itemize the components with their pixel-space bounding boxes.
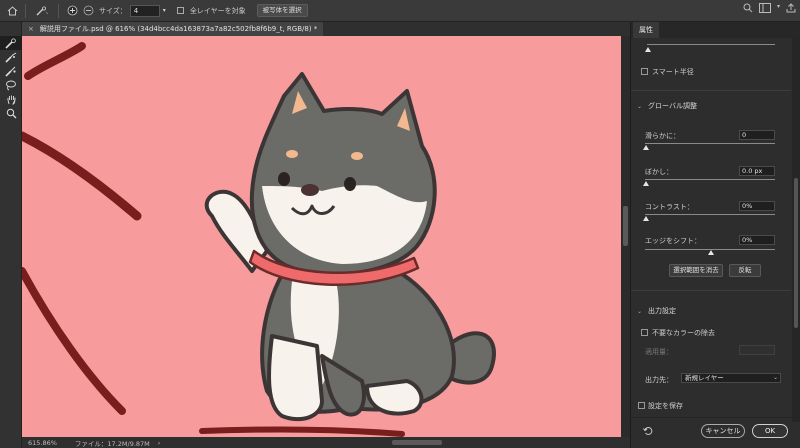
workspace-dropdown-icon[interactable]: ▾ [777,3,780,15]
scroll-thumb[interactable] [794,178,798,328]
radius-slider-knob[interactable] [645,47,651,52]
brush-icon[interactable] [0,64,22,78]
shift-edge-input[interactable]: 0% [739,235,775,245]
divider [58,3,59,18]
invert-button[interactable]: 反転 [729,264,761,277]
shiba-dog-illustration [204,72,496,422]
add-to-selection-icon[interactable] [64,3,80,19]
canvas[interactable] [22,36,621,437]
size-dropdown-icon[interactable]: ▾ [163,7,166,14]
photoshop-window: サイズ： 4 ▾ 全レイヤーを対象 被写体を選択 ▾ × 解説用ファイル.psd… [0,0,800,448]
quick-selection-tool-icon[interactable] [31,3,53,19]
amount-label: 適用量： [645,348,673,356]
subtract-from-selection-icon[interactable] [80,3,96,19]
smooth-slider-track[interactable] [645,143,775,144]
tab-properties[interactable]: 属性 [633,22,659,38]
amount-input [739,345,775,355]
contrast-input[interactable]: 0% [739,201,775,211]
status-bar: 615.86% ファイル：17.2M/9.87M › [22,437,630,448]
chevron-down-icon: ⌄ [637,308,643,315]
output-to-select[interactable]: 新規レイヤー ⌄ [681,373,781,383]
divider [25,3,26,18]
share-icon[interactable] [786,3,796,15]
window-controls: ▾ [743,3,796,15]
feather-input[interactable]: 0.0 px [739,166,775,176]
reset-icon[interactable] [643,426,653,438]
canvas-vertical-scrollbar[interactable] [621,36,630,437]
size-label: サイズ： [99,6,127,15]
chevron-down-icon: ⌄ [772,374,778,381]
brush-stroke [24,42,86,80]
global-refinements-header[interactable]: ⌄ グローバル調整 [637,101,697,111]
output-to-value: 新規レイヤー [685,374,724,382]
section-title: 出力設定 [648,307,677,315]
home-icon[interactable] [4,3,20,19]
shift-edge-slider-knob[interactable] [708,250,714,255]
zoom-level[interactable]: 615.86% [28,439,57,447]
ok-button[interactable]: OK [752,424,788,438]
divider [631,90,791,91]
horizontal-scroll-thumb[interactable] [392,440,442,445]
workspace-icon[interactable] [758,3,771,15]
sample-all-layers-checkbox[interactable] [176,7,184,14]
remember-settings-checkbox[interactable] [638,402,645,409]
divider [631,290,791,291]
divider [631,417,800,418]
section-title: グローバル調整 [648,102,697,110]
panel-tab-bar: 属性 [631,22,800,38]
smart-radius-label: スマート半径 [652,68,694,76]
smart-radius-checkbox[interactable] [641,68,648,75]
remember-settings-label: 設定を保存 [648,402,683,410]
hand-icon[interactable] [0,92,22,106]
smooth-slider-knob[interactable] [643,145,649,150]
panel-scrollbar[interactable] [792,38,800,422]
sample-all-layers-label: 全レイヤーを対象 [189,6,246,15]
brush-stroke [199,426,405,437]
close-icon[interactable]: × [28,25,34,33]
feather-label: ぼかし： [645,168,673,176]
canvas-artwork [22,42,496,437]
output-settings-header[interactable]: ⌄ 出力設定 [637,306,676,316]
brush-stroke [22,131,142,221]
chevron-down-icon: ⌄ [637,103,643,110]
feather-slider-track[interactable] [645,179,775,180]
feather-slider-knob[interactable] [643,181,649,186]
contrast-slider-track[interactable] [645,214,775,215]
document-tab-bar: × 解説用ファイル.psd @ 616% (34d4bcc4da163873a7a… [22,22,630,36]
file-info: ファイル：17.2M/9.87M [74,439,150,448]
size-input[interactable]: 4 [129,4,160,17]
select-subject-button[interactable]: 被写体を選択 [256,4,308,17]
cancel-button[interactable]: キャンセル [701,424,745,438]
tool-panel [0,22,22,448]
contrast-slider-knob[interactable] [643,216,649,221]
zoom-icon[interactable] [0,106,22,120]
decontaminate-colors-label: 不要なカラーの除去 [652,329,715,337]
scroll-thumb[interactable] [623,206,628,246]
contrast-label: コントラスト： [645,203,694,211]
smooth-input[interactable]: 0 [739,130,775,140]
options-bar: サイズ： 4 ▾ 全レイヤーを対象 被写体を選択 ▾ [0,0,800,22]
radius-slider-track[interactable] [647,44,775,45]
smooth-label: 滑らかに： [645,132,680,140]
chevron-right-icon[interactable]: › [158,439,161,447]
brush-stroke [22,267,126,415]
decontaminate-colors-checkbox[interactable] [641,329,648,336]
clear-selection-button[interactable]: 選択範囲を消去 [669,264,723,277]
document-tab[interactable]: × 解説用ファイル.psd @ 616% (34d4bcc4da163873a7a… [22,22,324,36]
document-title: 解説用ファイル.psd @ 616% (34d4bcc4da163873a7a8… [39,25,318,33]
output-to-label: 出力先： [645,376,673,384]
lasso-icon[interactable] [0,78,22,92]
quick-selection-tool-icon[interactable] [0,36,22,50]
shift-edge-label: エッジをシフト： [645,237,701,245]
properties-panel: 属性 スマート半径 ⌄ グローバル調整 滑らかに： 0 ぼかし： 0.0 px コ… [630,22,800,448]
refine-edge-brush-icon[interactable] [0,50,22,64]
search-icon[interactable] [743,3,753,15]
